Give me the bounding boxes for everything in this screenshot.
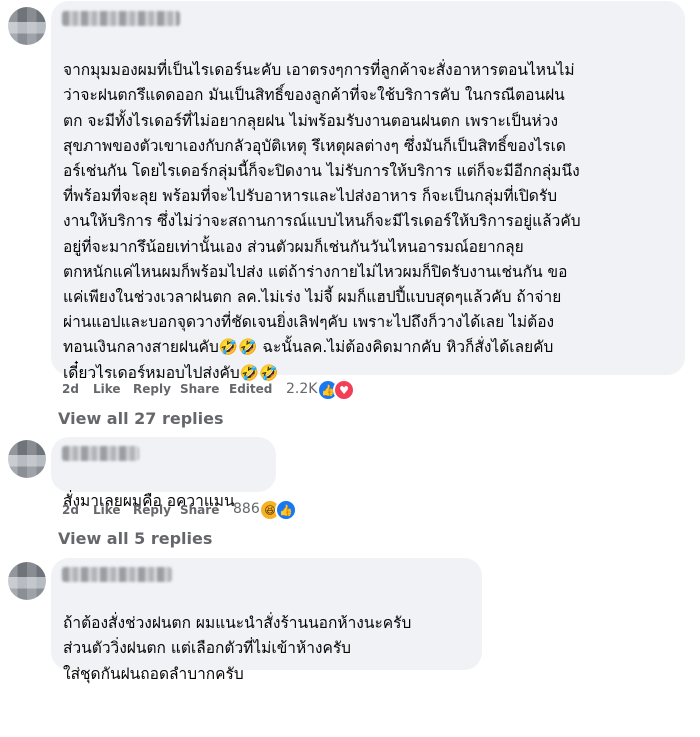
comment-bubble: ถ้าต้องสั่งช่วงฝนตก ผมแนะนำสั่งร้านนอกห้… [51, 558, 482, 683]
avatar[interactable] [8, 562, 46, 600]
share-button[interactable]: Share [180, 503, 219, 517]
comment-text: จากมุมมองผมที่เป็นไรเดอร์นะคับ เอาตรงๆกา… [63, 33, 581, 436]
comment-line: จากมุมมองผมที่เป็นไรเดอร์นะคับ เอาตรงๆกา… [63, 61, 575, 80]
comment-bubble: สั่งมาเลยผมคือ อควาแมน [51, 437, 276, 510]
author-name[interactable] [62, 567, 172, 582]
comment-line: ทอนเงินกลางสายฝนคับ🤣🤣 ฉะนั้นลค.ไม่ต้องคิ… [63, 338, 554, 357]
comment-line: ว่าจะฝนตกรึแดดออก มันเป็นสิทธิ์ของลูกค้า… [63, 86, 565, 105]
reply-button[interactable]: Reply [133, 503, 171, 517]
comment-line: แค่เพียงในช่วงเวลาฝนตก ลค.ไม่เร่ง ไม่จี้… [63, 288, 562, 307]
reply-button[interactable]: Reply [133, 382, 171, 396]
like-button[interactable]: Like [93, 382, 121, 396]
comment-line: สุขภาพของตัวเขาเองกับกลัวอุบัติเหตุ รึเห… [63, 136, 566, 155]
author-name[interactable] [62, 446, 139, 461]
reaction-summary[interactable]: 886 😆 👍 [233, 499, 303, 522]
comment-line: ถ้าต้องสั่งช่วงฝนตก ผมแนะนำสั่งร้านนอกห้… [63, 614, 412, 633]
comment-text: ถ้าต้องสั่งช่วงฝนตก ผมแนะนำสั่งร้านนอกห้… [63, 586, 411, 737]
comment-line: ส่วนตัววิ่งฝนตก แต่เลือกตัวที่ไม่เข้าห้า… [63, 639, 352, 658]
timestamp[interactable]: 2d [62, 503, 79, 517]
reaction-count: 886 [233, 501, 260, 517]
comment-line: ที่พร้อมที่จะลุย พร้อมที่จะไปรับอาหารและ… [63, 187, 558, 206]
reaction-summary[interactable]: 2.2K 👍 ♥ [286, 379, 356, 402]
comment-line: อยู่ที่จะมากรึน้อยเท่านั้นเอง ส่วนตัวผมก… [63, 237, 524, 256]
like-button[interactable]: Like [93, 503, 121, 517]
view-replies-link[interactable]: View all 27 replies [58, 409, 224, 428]
comment-line: ตกหนักแค่ไหนผมก็พร้อมไปส่ง แต่ถ้าร่างกาย… [63, 262, 568, 281]
comment-line: อร์เช่นกัน โดยไรเดอร์กลุ่มนี้ก็จะปิดงาน … [63, 162, 580, 181]
like-icon: 👍 [275, 499, 297, 521]
timestamp[interactable]: 2d [62, 382, 79, 396]
reaction-count: 2.2K [286, 381, 318, 397]
view-replies-link[interactable]: View all 5 replies [58, 529, 212, 548]
comment-line: ตก จะมีทั้งไรเดอร์ที่ไม่อยากลุยฝน ไม่พร้… [63, 111, 559, 130]
author-name[interactable] [62, 11, 180, 26]
edited-label[interactable]: Edited [229, 382, 272, 396]
comment-actions: 2d Like Reply Share Edited [62, 382, 302, 398]
love-icon: ♥ [333, 379, 355, 401]
share-button[interactable]: Share [180, 382, 219, 396]
comment-line: ใส่ชุดกันฝนถอดลำบากครับ [63, 664, 244, 683]
avatar[interactable] [8, 440, 46, 478]
comment-line: ผ่านแอปและบอกจุดวางที่ชัดเจนยิ่งเลิฟๆคับ… [63, 313, 555, 332]
avatar[interactable] [8, 7, 46, 45]
comment-line: งานให้บริการ ซึ่งไม่ว่าจะสถานการณ์แบบไหน… [63, 212, 581, 231]
comment-bubble: จากมุมมองผมที่เป็นไรเดอร์นะคับ เอาตรงๆกา… [51, 1, 685, 382]
comment-actions: 2d Like Reply Share [62, 503, 222, 519]
